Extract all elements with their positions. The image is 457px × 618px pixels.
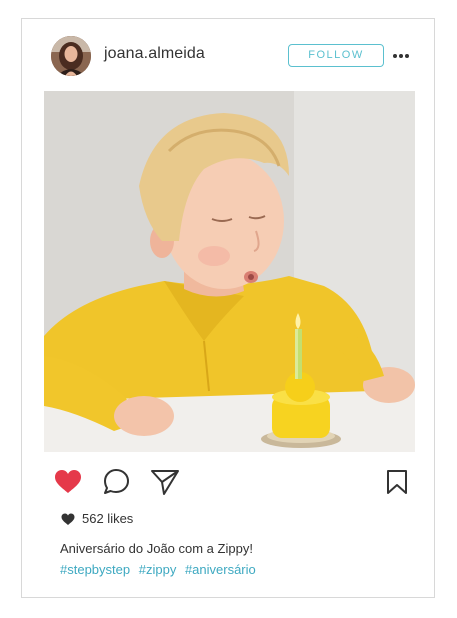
- username[interactable]: joana.almeida: [104, 45, 205, 63]
- heart-small-icon: [61, 513, 75, 525]
- post-actions: [22, 467, 434, 501]
- post-caption: Aniversário do João com a Zippy!: [60, 541, 253, 556]
- post-photo[interactable]: [44, 91, 415, 452]
- bookmark-icon[interactable]: [382, 467, 412, 497]
- heart-icon[interactable]: [53, 467, 83, 497]
- send-paper-plane-icon[interactable]: [150, 467, 180, 497]
- follow-button[interactable]: FOLLOW: [288, 44, 384, 67]
- likes-count[interactable]: 562 likes: [60, 511, 133, 526]
- post-header: joana.almeida FOLLOW: [22, 19, 434, 91]
- hashtag-link[interactable]: #stepbystep: [60, 562, 130, 577]
- avatar-image: [51, 36, 91, 76]
- more-dots-icon[interactable]: [392, 49, 410, 61]
- hashtags: #stepbystep #zippy #aniversário: [60, 562, 261, 577]
- post-card: joana.almeida FOLLOW 562 likes Aniversár…: [21, 18, 435, 598]
- comment-bubble-icon[interactable]: [102, 467, 132, 497]
- hashtag-link[interactable]: #aniversário: [185, 562, 256, 577]
- hashtag-link[interactable]: #zippy: [139, 562, 177, 577]
- likes-text: 562 likes: [82, 511, 134, 526]
- avatar[interactable]: [51, 36, 91, 76]
